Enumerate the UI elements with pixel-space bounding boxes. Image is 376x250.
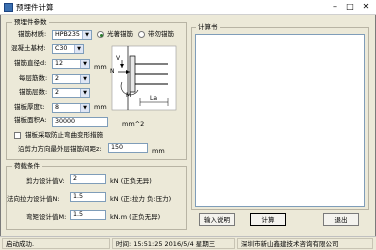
shear-label: 剪力设计值V: [26, 177, 65, 185]
close-icon[interactable]: ✕ [359, 1, 373, 13]
calc-book-textarea[interactable] [195, 34, 365, 207]
thickness-label: 锚板厚度t: [14, 103, 45, 111]
status-bar: 启动成功. 时间: 15:51:25 2016/5/4 星期三 深圳市新山鑫建技… [0, 236, 376, 250]
area-input[interactable]: 30000 [52, 117, 108, 127]
chevron-down-icon: ▼ [80, 104, 89, 112]
diameter-unit: mm [94, 63, 107, 71]
rows-select[interactable]: 2 ▼ [52, 88, 90, 98]
layers-label: 每层筋数: [19, 74, 48, 82]
status-time-label: 时间: [116, 240, 132, 248]
rows-value: 2 [55, 89, 60, 96]
area-unit: mm^2 [122, 120, 145, 128]
status-company: 深圳市新山鑫建技术咨询有限公司 [237, 238, 373, 249]
concrete-select[interactable]: C30 ▼ [52, 44, 84, 54]
diameter-label: 锚筋直径d: [14, 59, 47, 67]
calculate-button[interactable]: 计算 [250, 213, 286, 226]
diameter-value: 12 [55, 60, 64, 67]
chevron-down-icon: ▼ [80, 60, 89, 68]
anti-bend-checkbox[interactable] [14, 132, 21, 139]
axial-input[interactable]: 1.5 [70, 192, 106, 202]
rows-label: 锚筋层数: [19, 88, 48, 96]
anchor-diagram-svg: N V M La [110, 45, 177, 111]
concrete-value: C30 [55, 45, 68, 52]
axial-unit: kN (正:拉力 负:压力) [110, 195, 172, 203]
status-state: 启动成功. [2, 238, 110, 249]
concrete-label: 混凝土基材: [11, 44, 46, 52]
thickness-unit: mm [94, 103, 107, 111]
radio-plain-label: 光著锚筋 [107, 30, 133, 38]
material-value: HPB235 [55, 31, 80, 38]
status-time: 时间: 15:51:25 2016/5/4 星期三 [112, 238, 235, 249]
shear-input[interactable]: 2 [70, 174, 106, 184]
shear-unit: kN (正负无异) [110, 177, 152, 185]
loads-group-title: 荷载条件 [12, 162, 42, 170]
chevron-down-icon: ▼ [82, 31, 91, 39]
anchor-diagram: N V M La [108, 42, 180, 114]
chevron-down-icon: ▼ [80, 89, 89, 97]
chevron-down-icon: ▼ [74, 45, 83, 53]
axial-label: 法向拉力设计值N: [7, 195, 60, 203]
anti-bend-label: 锚板采取防止弯曲变形措施 [25, 131, 103, 139]
diagram-n-label: N [110, 68, 115, 75]
title-bar: 预埋件计算 – □ ✕ [0, 0, 376, 15]
radio-plain[interactable] [97, 31, 104, 38]
diameter-select[interactable]: 12 ▼ [52, 59, 90, 69]
moment-label: 弯矩设计值M: [26, 213, 67, 221]
spacing-unit: mm [152, 147, 165, 155]
thickness-value: 8 [55, 104, 60, 111]
exit-button[interactable]: 退出 [323, 213, 359, 226]
minimize-icon[interactable]: – [328, 1, 342, 13]
params-group-title: 预埋件参数 [12, 18, 49, 26]
chevron-down-icon: ▼ [80, 75, 89, 83]
material-label: 锚筋材质: [18, 30, 47, 38]
calc-book-title: 计算书 [196, 23, 220, 31]
spacing-input[interactable]: 150 [108, 143, 148, 153]
input-desc-button[interactable]: 输入说明 [199, 213, 235, 226]
app-icon [4, 3, 13, 12]
spacing-label: 沿剪力方向最外层锚筋间距z: [18, 145, 102, 153]
diagram-la-label: La [150, 95, 157, 102]
moment-unit: kN.m (正负无异) [110, 213, 161, 221]
maximize-icon[interactable]: □ [343, 1, 357, 13]
diagram-m-label: M [126, 92, 131, 99]
radio-ribbed-label: 带勿锚筋 [148, 30, 174, 38]
moment-input[interactable]: 1.5 [70, 210, 106, 220]
thickness-select[interactable]: 8 ▼ [52, 103, 90, 113]
status-time-value: 15:51:25 2016/5/4 星期三 [133, 240, 216, 248]
layers-select[interactable]: 2 ▼ [52, 74, 90, 84]
layers-value: 2 [55, 75, 60, 82]
area-label: 锚板面积A: [14, 116, 47, 124]
material-select[interactable]: HPB235 ▼ [52, 30, 92, 40]
window-title: 预埋件计算 [16, 3, 54, 12]
radio-ribbed[interactable] [138, 31, 145, 38]
